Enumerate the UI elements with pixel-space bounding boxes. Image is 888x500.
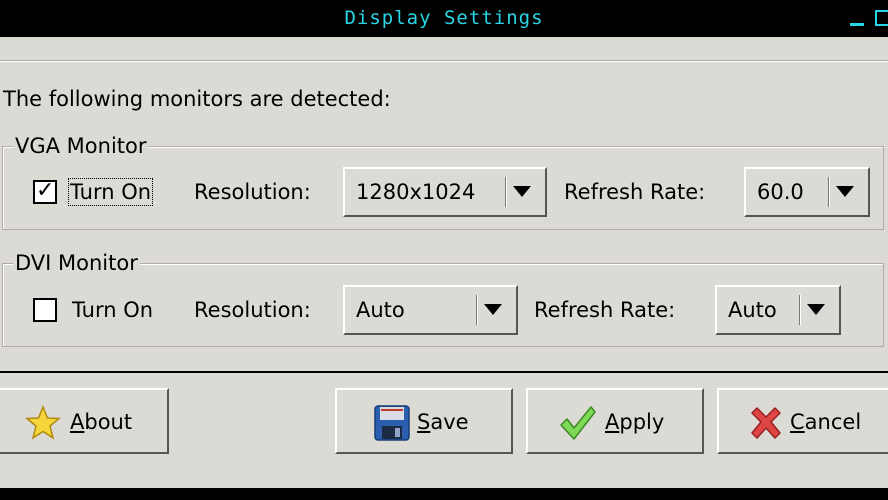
- checkmark-icon: ✓: [36, 178, 55, 203]
- bottom-border: [0, 488, 888, 500]
- vga-turn-on-label[interactable]: Turn On: [67, 178, 154, 206]
- combo-divider: [505, 177, 506, 207]
- about-button-label: About: [70, 410, 133, 434]
- dvi-refresh-rate-label: Refresh Rate:: [534, 298, 676, 322]
- chevron-down-icon[interactable]: [513, 186, 531, 197]
- vga-resolution-label: Resolution:: [194, 180, 311, 204]
- chevron-down-icon[interactable]: [836, 186, 854, 197]
- dvi-turn-on-checkbox[interactable]: [33, 298, 57, 322]
- dvi-resolution-select[interactable]: Auto: [343, 285, 518, 335]
- vga-monitor-group: VGA Monitor ✓ Turn On Resolution: 1280x1…: [2, 134, 884, 230]
- save-button-label: Save: [417, 410, 469, 434]
- vga-refresh-rate-select[interactable]: 60.0: [744, 167, 870, 217]
- cancel-button[interactable]: Cancel: [717, 388, 888, 454]
- cancel-button-label: Cancel: [790, 410, 862, 434]
- button-separator: [0, 371, 888, 373]
- dvi-refresh-rate-select[interactable]: Auto: [715, 285, 841, 335]
- vga-monitor-legend: VGA Monitor: [13, 134, 149, 158]
- vga-resolution-value: 1280x1024: [356, 180, 476, 204]
- maximize-icon[interactable]: [875, 10, 888, 26]
- dvi-turn-on-label[interactable]: Turn On: [72, 298, 153, 322]
- cancel-x-icon: [751, 407, 781, 439]
- window-title: Display Settings: [344, 7, 544, 29]
- floppy-disk-icon: [374, 405, 410, 441]
- dvi-monitor-legend: DVI Monitor: [13, 251, 140, 275]
- dvi-monitor-group: DVI Monitor Turn On Resolution: Auto Ref…: [2, 251, 884, 347]
- checkmark-icon: [560, 406, 596, 440]
- star-icon: [25, 405, 61, 440]
- chevron-down-icon[interactable]: [807, 304, 825, 315]
- vga-refresh-rate-value: 60.0: [757, 180, 804, 204]
- detected-monitors-label: The following monitors are detected:: [3, 87, 391, 111]
- apply-button[interactable]: Apply: [526, 388, 704, 454]
- chevron-down-icon[interactable]: [484, 304, 502, 315]
- combo-divider: [476, 295, 477, 325]
- dvi-resolution-value: Auto: [356, 298, 405, 322]
- title-bar[interactable]: Display Settings: [0, 0, 888, 37]
- vga-turn-on-checkbox[interactable]: ✓: [33, 178, 57, 204]
- save-button[interactable]: Save: [335, 388, 513, 454]
- vga-resolution-select[interactable]: 1280x1024: [343, 167, 547, 217]
- vga-refresh-rate-label: Refresh Rate:: [564, 180, 706, 204]
- apply-button-label: Apply: [605, 410, 665, 434]
- separator-highlight: [0, 61, 888, 62]
- combo-divider: [828, 177, 829, 207]
- dvi-refresh-rate-value: Auto: [728, 298, 777, 322]
- about-button[interactable]: About: [0, 388, 169, 454]
- combo-divider: [799, 295, 800, 325]
- dvi-resolution-label: Resolution:: [194, 298, 311, 322]
- minimize-icon[interactable]: [850, 23, 864, 26]
